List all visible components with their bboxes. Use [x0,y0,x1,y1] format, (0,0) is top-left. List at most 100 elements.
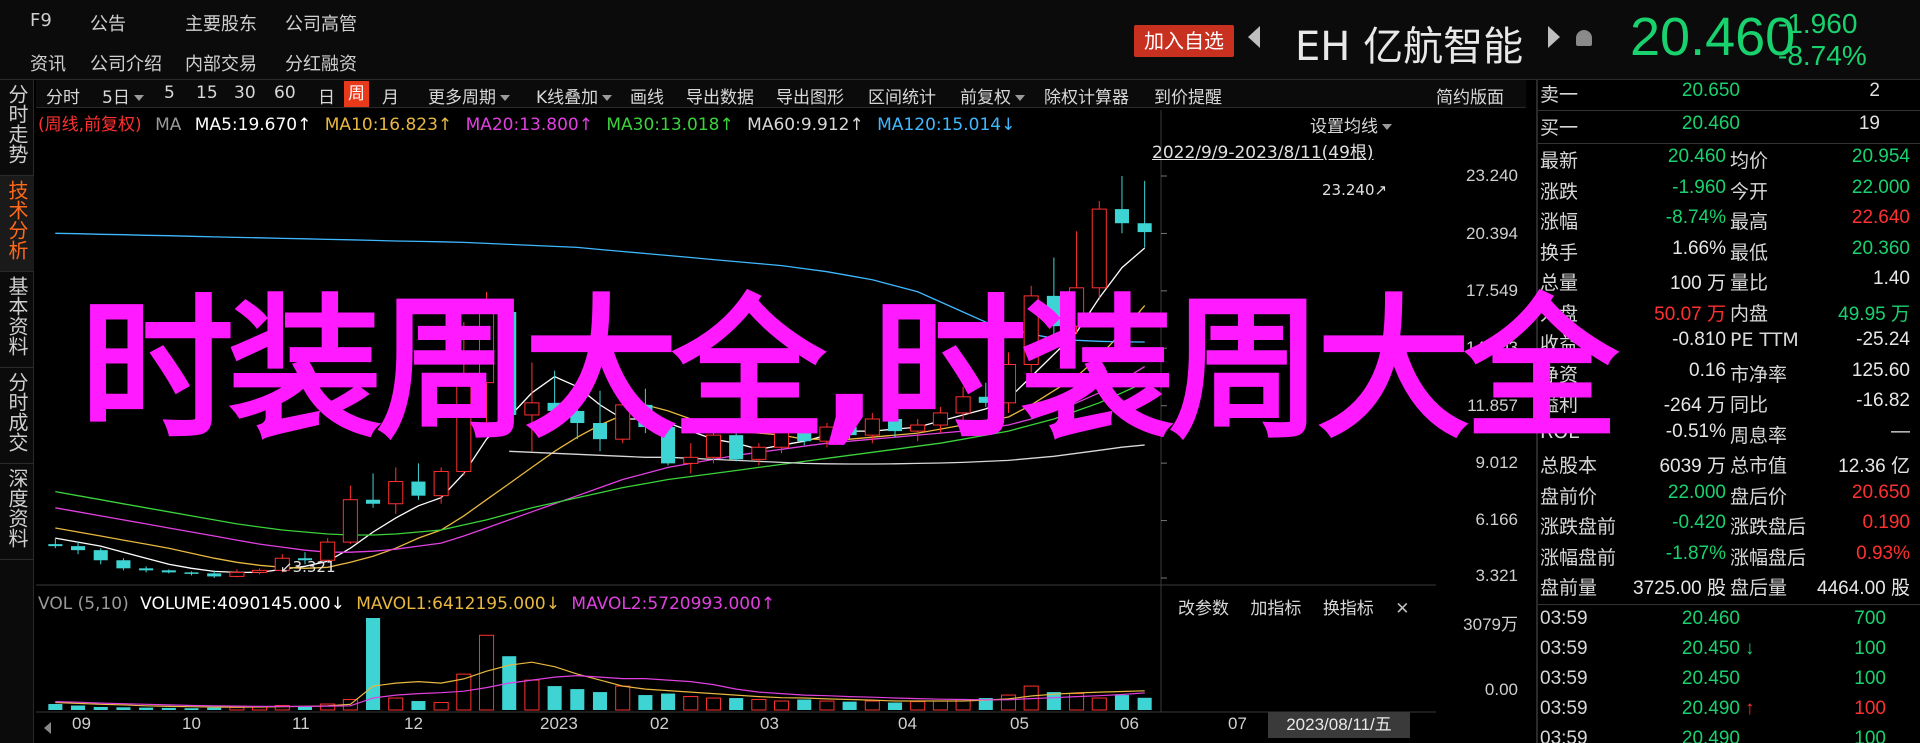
tab-trades[interactable]: 分时成交 [0,368,34,464]
mavol1-value: MAVOL1:6412195.000↓ [356,594,560,614]
set-ma-label: 设置均线 [1310,117,1378,137]
volume-bar [751,699,767,711]
volume-bar [592,692,608,710]
candle-body [433,470,449,497]
date-range[interactable]: 2022/9/9-2023/8/11(49根) [1152,138,1374,163]
volume-bar [797,699,812,710]
bid-price: 20.460 [1681,113,1740,134]
quote-label: 涨跌 [1540,180,1579,203]
x-tick: 09 [72,714,91,733]
divider [1538,143,1920,144]
next-stock-arrow-icon[interactable] [1548,26,1560,48]
tab-technical[interactable]: 技术分析 [0,176,34,272]
ask-label: 卖一 [1540,84,1579,106]
quote-row: 换手 1.66% 最低 20.360 [1540,238,1910,268]
volume-bar [864,700,880,711]
quote-label: 涨幅盘前 [1540,546,1617,569]
quote-label: 内盘 [1730,302,1769,325]
quote-label: 最新 [1540,150,1579,172]
candle-body [116,560,131,569]
volume-bar [638,695,653,710]
tab-technical-label: 技术分析 [5,180,29,260]
tick-time: 03:59 [1540,638,1588,659]
x-tick: 07 [1228,714,1247,733]
volume-bar [207,707,222,710]
quote-row: 盘前量 3725.00 股盘后量 4464.00 股 [1540,573,1910,603]
quote-value: -25.24 [1856,329,1910,350]
candle-body [342,499,358,543]
quote-value: 3725.00 股 [1633,578,1726,599]
quote-value: -264 万 [1663,395,1726,416]
tick-row: 03:59 20.450 ↓ 100 [1540,638,1910,668]
quote-value: 50.07 万 [1654,303,1726,325]
tab-depth[interactable]: 深度资料 [0,464,34,560]
tick-price: 20.450 [1681,638,1740,659]
simple-layout-button[interactable]: 简约版面 [1436,83,1504,108]
tab-trades-label: 分时成交 [5,372,29,452]
volume-bar [139,707,154,710]
volume-bar [932,700,948,711]
volume-bar [116,707,131,710]
tick-volume: 100 [1854,668,1886,689]
quote-value: 22.000 [1667,481,1726,503]
candle-body [48,544,63,547]
x-tick: 06 [1120,714,1139,733]
quote-value: 22.640 [1851,207,1910,228]
quote-value: -16.82 [1856,390,1910,411]
switch-indicator-button[interactable]: 换指标 [1323,599,1374,619]
set-ma-button[interactable]: 设置均线 [1310,112,1392,137]
tick-direction: ↓ [1745,638,1755,659]
quote-value: 1.40 [1873,268,1910,289]
tick-time: 03:59 [1540,698,1588,719]
volume-bar [388,697,404,711]
quote-value: 6039 万 [1659,456,1726,477]
tick-row: 03:59 20.450 100 [1540,668,1910,698]
tick-time: 03:59 [1540,668,1588,689]
volume-bar [547,686,562,710]
quote-value: 0.190 [1862,512,1910,533]
tab-intraday-label: 分时走势 [5,84,29,164]
quote-label: 最低 [1730,241,1769,264]
quote-row: 涨跌 -1.960 今开 22.000 [1540,177,1910,207]
tab-fundamentals[interactable]: 基本资料 [0,272,34,368]
volume-bar [71,705,86,710]
tick-row: 03:59 20.490 100 [1540,728,1910,743]
volume-bar [366,618,381,710]
tab-intraday[interactable]: 分时走势 [0,80,34,176]
volume-bar [842,701,857,710]
tick-time: 03:59 [1540,608,1588,629]
alert-bell-icon[interactable] [1576,30,1592,46]
price-change: -1.960 [1778,8,1858,39]
quote-label: 盘后量 [1730,577,1788,599]
change-params-button[interactable]: 改参数 [1178,599,1229,619]
quote-label: 涨幅 [1540,211,1579,233]
volume-bar [184,708,199,710]
volume-tick: 0.00 [1484,680,1518,699]
quote-label: 均价 [1730,150,1769,172]
quote-value: -1.87% [1665,542,1726,564]
scroll-left-icon[interactable] [44,722,51,734]
tick-price: 20.460 [1681,608,1740,629]
volume-bar [411,701,426,710]
ask-price: 20.650 [1681,80,1740,101]
volume-bar [705,697,722,711]
add-indicator-button[interactable]: 加指标 [1250,599,1301,619]
divider [1538,110,1920,111]
quote-label: 量比 [1730,272,1769,294]
quote-label: 最高 [1730,211,1769,233]
quote-value: -0.420 [1672,512,1726,533]
volume-legend: VOL (5,10) VOLUME:4090145.000↓ MAVOL1:64… [38,594,781,614]
candle-body [93,550,108,561]
candle-body [184,572,199,574]
candle-body [1137,223,1152,233]
candle-body [1114,209,1129,224]
volume-bar [1091,697,1107,711]
x-tick: 11 [292,714,310,733]
quote-value: -0.51% [1665,420,1726,442]
tick-direction: ↑ [1745,698,1755,719]
volume-bar [683,696,699,711]
candle-body [388,481,404,505]
quote-row: 涨幅盘前 -1.87% 涨幅盘后 0.93% [1540,543,1910,573]
tick-row: 03:59 20.460 700 [1540,608,1910,638]
tick-row: 03:59 20.490 ↑ 100 [1540,698,1910,728]
